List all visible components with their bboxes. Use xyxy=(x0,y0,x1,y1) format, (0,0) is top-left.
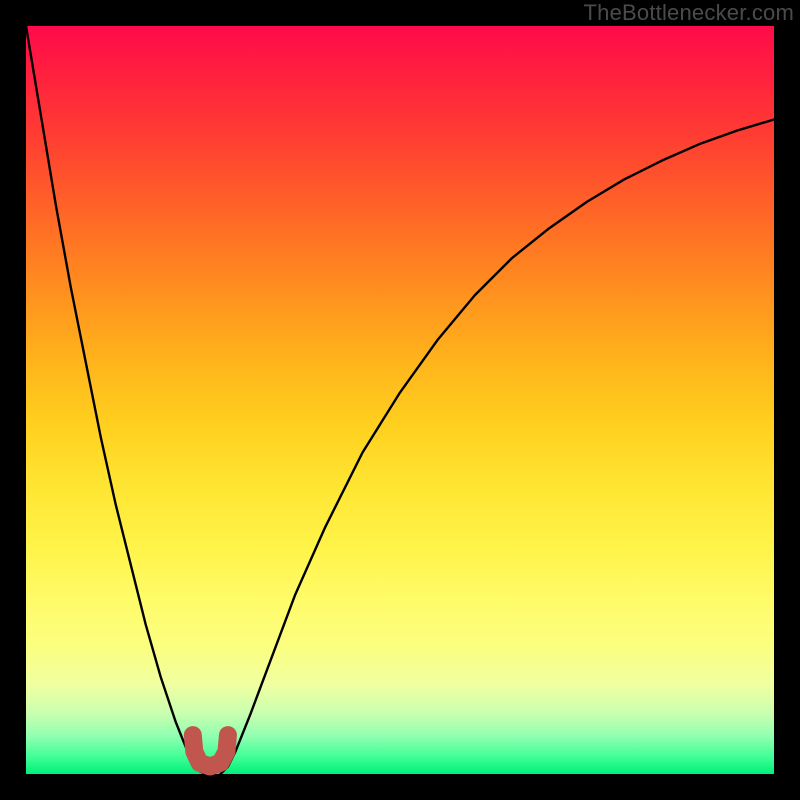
u-marker xyxy=(193,735,228,766)
chart-plot-area xyxy=(26,26,774,774)
right-curve xyxy=(220,120,774,775)
left-curve xyxy=(26,26,206,774)
chart-svg xyxy=(26,26,774,774)
watermark-text: TheBottlenecker.com xyxy=(584,0,794,26)
